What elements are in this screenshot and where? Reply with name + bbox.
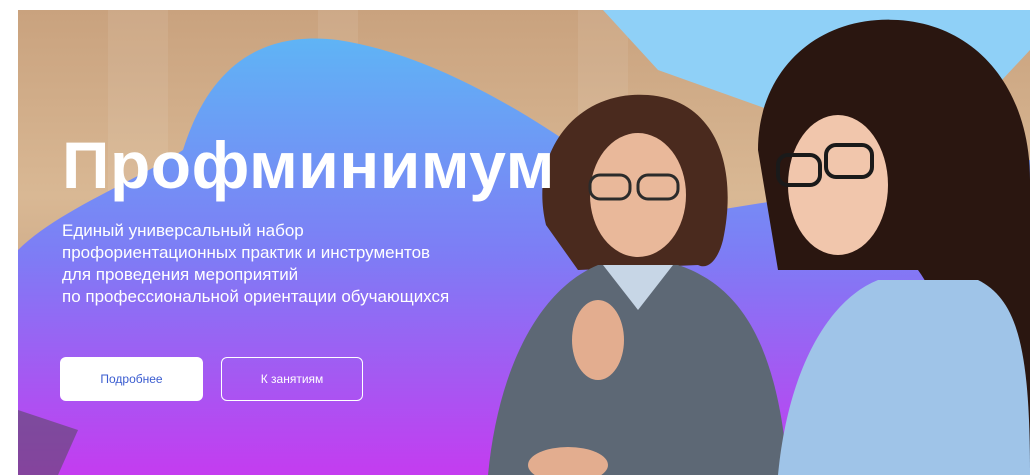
subtitle-line: Единый универсальный набор: [62, 221, 304, 240]
subtitle-line: для проведения мероприятий: [62, 265, 299, 284]
details-button[interactable]: Подробнее: [60, 357, 203, 401]
subtitle: Единый универсальный набор профориентаци…: [62, 220, 532, 308]
page-title: Профминимум: [62, 128, 555, 202]
subtitle-line: профориентационных практик и инструменто…: [62, 243, 431, 262]
lessons-button[interactable]: К занятиям: [221, 357, 363, 401]
subtitle-line: по профессиональной ориентации обучающих…: [62, 287, 450, 306]
hero-banner: Профминимум Единый универсальный набор п…: [18, 10, 1030, 475]
